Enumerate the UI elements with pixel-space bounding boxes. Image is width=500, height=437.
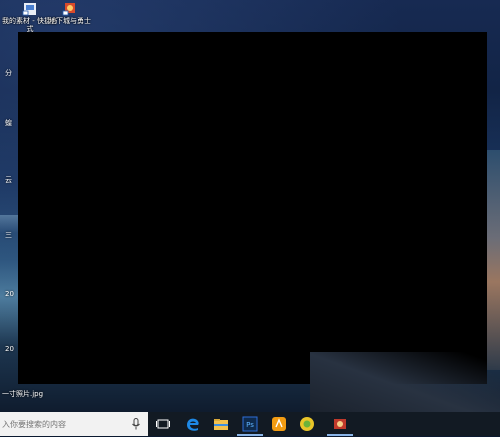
photoshop-icon: Ps: [242, 416, 258, 432]
wallpaper-rock: [486, 150, 500, 370]
folder-shortcut-icon: [22, 3, 36, 16]
game-app-button[interactable]: [327, 415, 353, 436]
desktop-shortcut-game[interactable]: 地下城与勇士: [40, 2, 100, 25]
photoshop-button[interactable]: Ps: [237, 415, 263, 436]
app-orange-icon: [272, 417, 286, 431]
app-yellow-circle-icon: [300, 417, 314, 431]
file-explorer-button[interactable]: [212, 415, 230, 433]
file-explorer-icon: [214, 419, 228, 430]
yellow-app-button[interactable]: [298, 415, 316, 433]
edge-icon: [187, 418, 199, 431]
black-app-window[interactable]: [18, 32, 487, 384]
desktop-file-label[interactable]: 一寸照片.jpg: [2, 389, 43, 399]
task-view-icon: [156, 419, 170, 429]
taskbar-search-input[interactable]: [0, 412, 148, 436]
desktop-background: 我的素材 - 快捷方式 地下城与勇士 分 蝗 云 三 20 20 一寸照片.jp…: [0, 0, 500, 412]
clipped-icon-fragment: 蝗: [5, 119, 12, 127]
orange-app-button[interactable]: [270, 415, 288, 433]
taskbar: Ps: [0, 412, 500, 436]
clipped-icon-fragment: 云: [5, 176, 12, 184]
game-shortcut-icon: [62, 3, 75, 16]
game-app-icon: [334, 419, 346, 429]
clipped-icon-fragment: 分: [5, 69, 12, 77]
clipped-icon-fragment: 20: [5, 345, 14, 353]
microphone-icon[interactable]: [131, 418, 141, 430]
desktop-icon-label: 地下城与勇士: [49, 17, 91, 25]
clipped-icon-fragment: 三: [5, 231, 12, 239]
edge-browser-button[interactable]: [184, 415, 202, 433]
task-view-button[interactable]: [154, 415, 172, 433]
svg-text:Ps: Ps: [246, 421, 254, 429]
clipped-icon-fragment: 20: [5, 290, 14, 298]
